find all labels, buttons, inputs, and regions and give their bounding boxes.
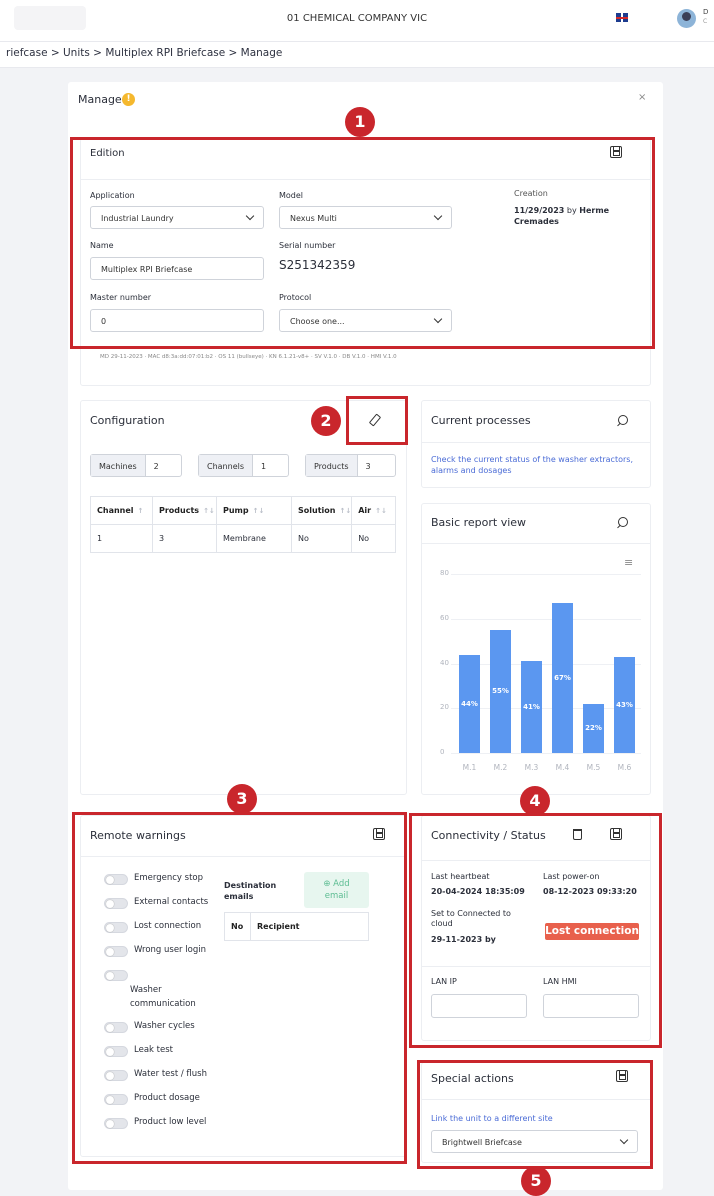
divider — [421, 543, 651, 544]
column-header[interactable]: Air ↑↓ — [351, 496, 396, 525]
sort-icon: ↑ — [137, 507, 144, 515]
grid-line — [451, 753, 641, 754]
breadcrumb-text[interactable]: riefcase > Units > Multiplex RPI Briefca… — [6, 47, 282, 59]
annotation-marker-2: 2 — [311, 406, 341, 436]
manage-title: Manage — [78, 93, 122, 106]
x-tick-label: M.3 — [524, 763, 539, 772]
sort-icon: ↑↓ — [339, 507, 352, 515]
column-header[interactable]: Solution ↑↓ — [290, 496, 353, 525]
sort-icon: ↑↓ — [375, 507, 387, 515]
bar-data-label: 55% — [492, 687, 509, 696]
table-cell: No — [351, 524, 396, 553]
y-tick-label: 0 — [440, 748, 445, 756]
x-tick-label: M.4 — [555, 763, 570, 772]
x-tick-label: M.5 — [586, 763, 601, 772]
column-header[interactable]: Channel ↑ — [90, 496, 153, 525]
table-cell: 1 — [90, 524, 153, 553]
x-tick-label: M.1 — [462, 763, 477, 772]
user-avatar[interactable] — [677, 9, 696, 28]
current-processes-title: Current processes — [431, 414, 531, 427]
current-processes-text[interactable]: Check the current status of the washer e… — [431, 454, 641, 476]
table-header-row: Channel ↑ Products ↑↓ Pump ↑↓ Solution ↑↓ Ai… — [90, 496, 396, 525]
table-cell: Membrane — [216, 524, 292, 553]
y-tick-label: 40 — [440, 658, 449, 667]
breadcrumb: riefcase > Units > Multiplex RPI Briefca… — [0, 42, 714, 68]
sort-icon: ↑↓ — [203, 507, 215, 515]
user-subtitle: C — [703, 18, 708, 25]
y-tick-label: 20 — [440, 703, 449, 712]
annotation-box-4 — [409, 813, 662, 1048]
table-cell: No — [290, 524, 353, 553]
annotation-box-1 — [70, 137, 655, 349]
bar-data-label: 43% — [616, 700, 633, 709]
annotation-marker-1: 1 — [345, 107, 375, 137]
bar-data-label: 67% — [554, 674, 571, 683]
company-name: 01 CHEMICAL COMPANY VIC — [286, 13, 428, 24]
unit-meta: MD 29-11-2023 · MAC d8:3a:dd:07:01:b2 · … — [100, 354, 397, 360]
machines-label: Machines — [91, 455, 146, 476]
user-name: D — [703, 8, 709, 16]
annotation-marker-4: 4 — [520, 786, 550, 816]
search-icon[interactable] — [617, 517, 628, 528]
channels-value: 1 — [261, 462, 267, 471]
uk-flag-icon[interactable] — [616, 13, 628, 22]
configuration-table: Channel ↑ Products ↑↓ Pump ↑↓ Solution ↑↓ Ai… — [90, 496, 396, 553]
channels-label: Channels — [199, 455, 254, 476]
y-tick-label: 80 — [440, 569, 449, 577]
configuration-title: Configuration — [90, 414, 165, 427]
bar-data-label: 41% — [523, 703, 540, 712]
products-value: 3 — [365, 462, 371, 471]
x-tick-label: M.6 — [617, 763, 632, 772]
table-row[interactable]: 1 3 Membrane No No — [90, 524, 396, 553]
warning-icon: ! — [122, 93, 135, 106]
annotation-marker-3: 3 — [227, 784, 257, 814]
x-tick-label: M.2 — [493, 763, 508, 772]
annotation-box-2 — [346, 396, 408, 445]
close-icon[interactable]: × — [638, 92, 646, 103]
products-tag: Products 3 — [305, 454, 396, 477]
bar-chart: 0 20 40 60 80 44% M.1 55% M.2 41% M.3 67% M.4 22% M.5 4… — [421, 560, 651, 780]
grid-line — [451, 618, 641, 620]
table-cell: 3 — [152, 524, 217, 553]
report-title: Basic report view — [431, 516, 527, 529]
annotation-box-3 — [72, 812, 407, 1164]
annotation-box-5 — [417, 1060, 653, 1169]
sort-icon: ↑↓ — [252, 507, 265, 515]
bar-data-label: 22% — [585, 724, 602, 733]
annotation-marker-5: 5 — [521, 1166, 551, 1196]
channels-tag: Channels 1 — [198, 454, 289, 477]
y-tick-label: 60 — [440, 613, 449, 622]
top-bar: 01 CHEMICAL COMPANY VIC D C — [0, 0, 714, 42]
column-header[interactable]: Products ↑↓ — [152, 496, 217, 525]
grid-line — [451, 574, 641, 575]
machines-value: 2 — [153, 462, 159, 471]
divider — [421, 442, 651, 443]
bar-data-label: 44% — [461, 699, 478, 708]
machines-tag: Machines 2 — [90, 454, 182, 477]
search-icon[interactable] — [617, 415, 628, 426]
column-header[interactable]: Pump ↑↓ — [216, 496, 292, 525]
products-label: Products — [306, 455, 358, 476]
